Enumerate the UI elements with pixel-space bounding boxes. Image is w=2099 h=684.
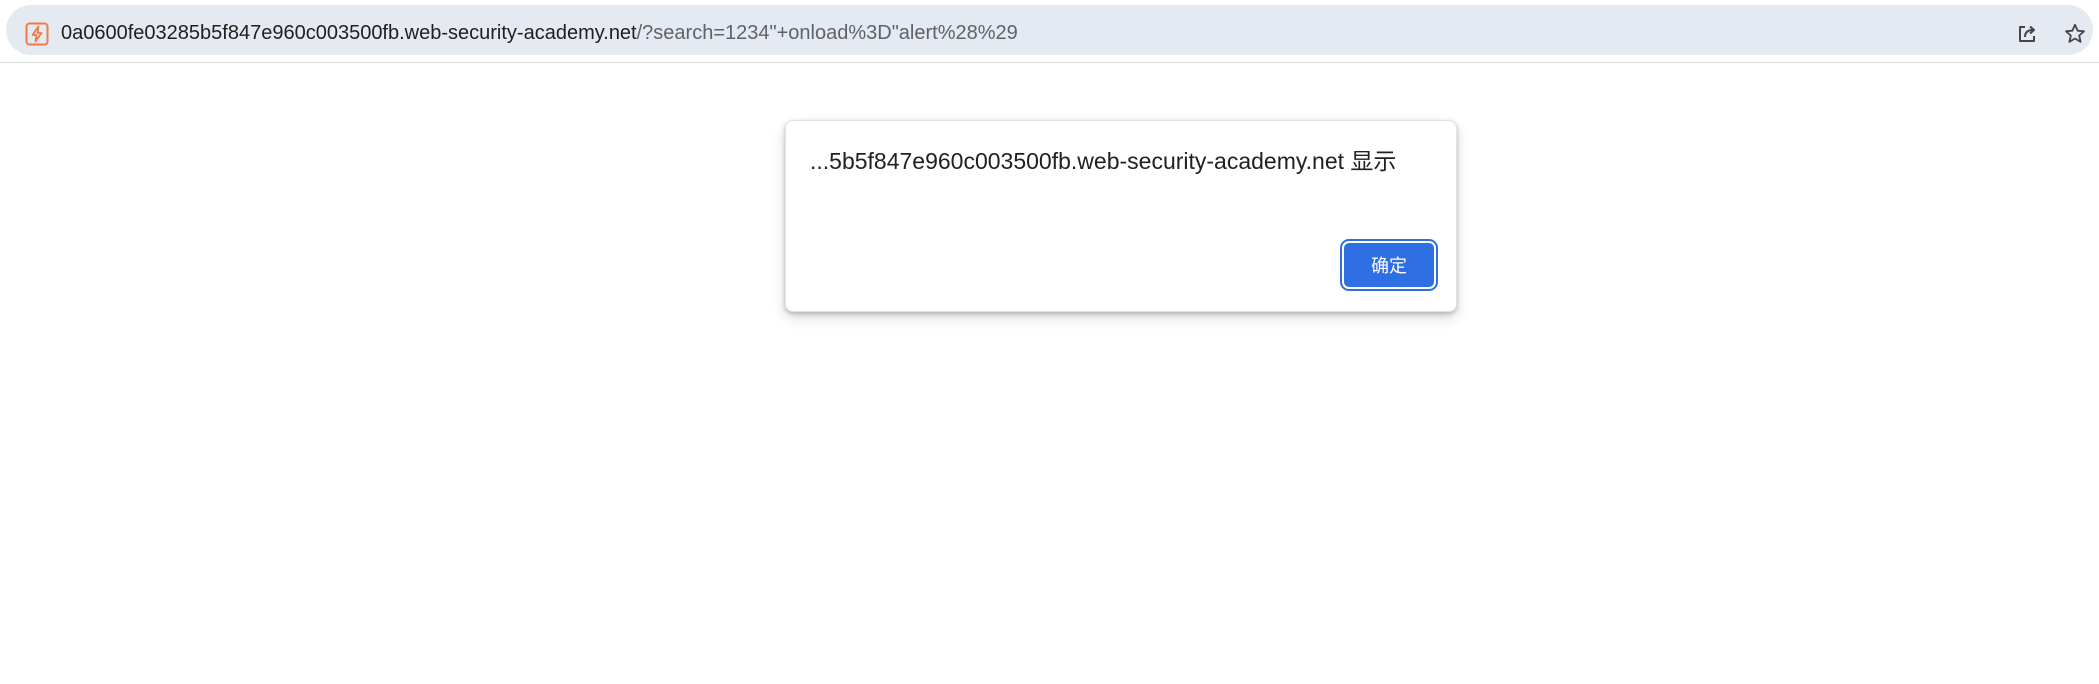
alert-title: ...5b5f847e960c003500fb.web-security-aca… [810,148,1397,174]
page-content: ...5b5f847e960c003500fb.web-security-aca… [0,63,2099,684]
url-host: 0a0600fe03285b5f847e960c003500fb.web-sec… [61,22,637,44]
alert-dialog: ...5b5f847e960c003500fb.web-security-aca… [785,120,1457,312]
address-bar[interactable]: 0a0600fe03285b5f847e960c003500fb.web-sec… [6,5,2093,55]
browser-toolbar: 0a0600fe03285b5f847e960c003500fb.web-sec… [0,0,2099,63]
star-icon[interactable] [2060,19,2090,49]
url-path: /?search=1234"+onload%3D"alert%28%29 [636,22,1018,44]
ok-button[interactable]: 确定 [1344,243,1434,287]
lightning-bolt-icon[interactable] [25,22,49,46]
share-icon[interactable] [2012,19,2042,49]
url-text[interactable]: 0a0600fe03285b5f847e960c003500fb.web-sec… [61,19,1018,47]
